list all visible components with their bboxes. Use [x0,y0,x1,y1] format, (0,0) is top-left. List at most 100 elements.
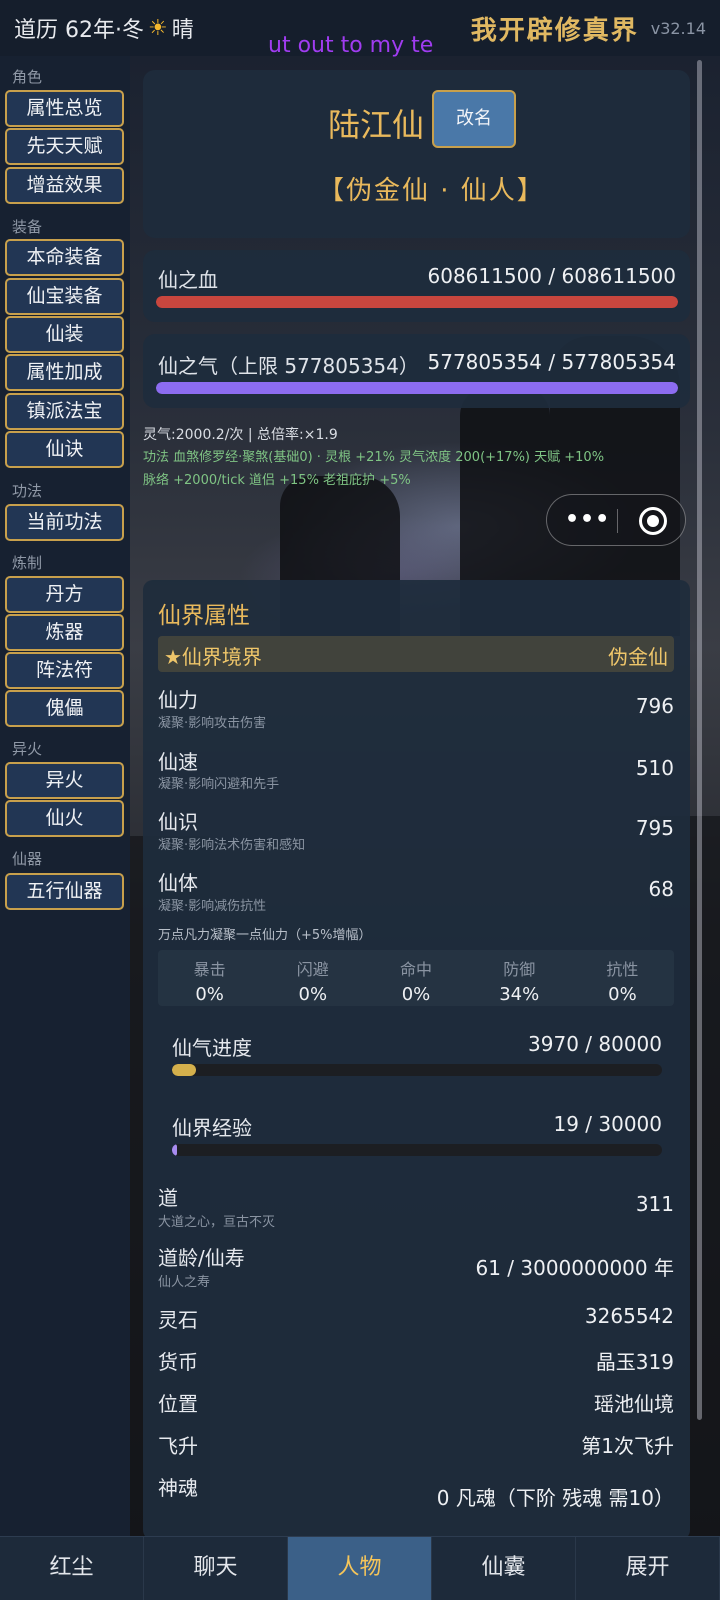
realm-value: 伪金仙 [608,645,668,669]
sidebar-item-forging[interactable]: 炼器 [5,614,124,651]
qi-bar-fill [156,382,678,394]
character-name: 陆江仙 [328,106,425,144]
info-value-soul: 0 凡魂（下阶 残魂 需10） [436,1486,674,1510]
attr-name-body: 仙体 [158,871,198,895]
attr-value-body: 68 [648,877,674,901]
meridian-bonus-line: 脉络 +2000/tick 道侣 +15% 老祖庇护 +5% [143,473,411,488]
tab-character[interactable]: 人物 [288,1537,432,1600]
info-desc-dao: 大道之心，亘古不灭 [158,1215,276,1230]
blood-label: 仙之血 [158,268,218,292]
marquee-text: ut out to my te [268,33,434,58]
blood-bar [156,296,678,308]
sidebar-item-immortal-outfit[interactable]: 仙装 [5,316,124,353]
bottom-nav: 红尘 聊天 人物 仙囊 展开 [0,1536,720,1600]
date-weather: 道历 62年·冬 ☀ 晴 [14,12,194,44]
profile-card [143,70,690,238]
tab-mortal-world[interactable]: 红尘 [0,1537,144,1600]
stat-resist-label: 抗性 [606,960,639,979]
info-value-spirit-stone: 3265542 [584,1304,674,1328]
sidebar-section-artifact: 仙器 [12,850,43,868]
stat-hit-label: 命中 [400,960,433,979]
sidebar-item-current-technique[interactable]: 当前功法 [5,504,124,541]
technique-bonus-line: 功法 血煞修罗经·聚煞(基础0) · 灵根 +21% 灵气浓度 200(+17%… [143,450,605,465]
stat-defense-label: 防御 [503,960,536,979]
attr-name-sense: 仙识 [158,810,198,834]
version-label: v32.14 [650,18,706,38]
sidebar-item-recipes[interactable]: 丹方 [5,576,124,613]
stat-dodge-value: 0% [298,984,328,1005]
stat-crit-value: 0% [195,984,224,1005]
sidebar-item-buffs[interactable]: 增益效果 [5,167,124,204]
attr-desc-sense: 凝聚·影响法术伤害和感知 [158,838,306,853]
exp-progress-fill [172,1144,177,1156]
exp-progress-bar [172,1144,662,1156]
character-rank: 【伪金仙 · 仙人】 [318,176,545,206]
sidebar-item-sect-treasure[interactable]: 镇派法宝 [5,393,124,430]
info-value-ascension: 第1次飞升 [581,1434,674,1458]
exp-progress-label: 仙界经验 [172,1116,252,1140]
sidebar-item-five-element-artifact[interactable]: 五行仙器 [5,873,124,910]
sidebar-item-immortal-art[interactable]: 仙诀 [5,431,124,468]
tab-expand[interactable]: 展开 [576,1537,720,1600]
sidebar-item-attribute-overview[interactable]: 属性总览 [5,90,124,127]
app-title: 我开辟修真界 [470,15,639,46]
info-name-soul: 神魂 [158,1476,198,1500]
more-dots-icon[interactable]: ••• [565,507,610,532]
qi-progress-fill [172,1064,197,1076]
target-circle-icon[interactable] [639,507,667,535]
sidebar-section-role: 角色 [12,68,43,86]
info-name-spirit-stone: 灵石 [158,1308,198,1332]
sidebar-item-formations[interactable]: 阵法符 [5,652,124,689]
info-name-location: 位置 [158,1392,198,1416]
condense-note: 万点凡力凝聚一点仙力（+5%增幅） [158,928,372,943]
stat-resist: 抗性 0% [571,950,674,1006]
attr-value-power: 796 [635,694,674,718]
attr-name-power: 仙力 [158,688,198,712]
info-value-dao: 311 [635,1192,674,1216]
capsule-divider [617,509,618,533]
sidebar-item-strange-fire[interactable]: 异火 [5,762,124,799]
sidebar-section-technique: 功法 [12,482,43,500]
stat-resist-value: 0% [608,984,637,1005]
sidebar-section-strange-fire: 异火 [12,740,43,758]
stat-hit-value: 0% [401,984,431,1005]
sun-icon: ☀ [147,15,168,41]
rename-button[interactable]: 改名 [432,90,516,148]
attr-desc-power: 凝聚·影响攻击伤害 [158,716,267,731]
stat-crit: 暴击 0% [158,950,261,1006]
blood-bar-fill [156,296,678,308]
exp-progress-value: 19 / 30000 [553,1112,662,1136]
attr-desc-body: 凝聚·影响减伤抗性 [158,899,267,914]
stat-dodge: 闪避 0% [261,950,364,1006]
attr-desc-speed: 凝聚·影响闪避和先手 [158,777,280,792]
realm-row: ★仙界境界 伪金仙 [158,636,674,672]
stat-dodge-label: 闪避 [296,960,329,979]
stat-defense: 防御 34% [468,950,571,1006]
sidebar-item-puppets[interactable]: 傀儡 [5,690,124,727]
sidebar-item-attribute-bonus[interactable]: 属性加成 [5,354,124,391]
info-name-lifespan: 道龄/仙寿 [158,1246,245,1270]
sidebar-section-crafting: 炼制 [12,554,43,572]
info-value-lifespan: 61 / 3000000000 年 [475,1256,674,1280]
qi-value: 577805354 / 577805354 [427,350,677,374]
info-name-dao: 道 [158,1186,178,1210]
scrollbar[interactable] [697,60,702,1420]
qi-bar [156,382,678,394]
qi-progress-value: 3970 / 80000 [528,1032,662,1056]
sidebar-item-innate-talent[interactable]: 先天天赋 [5,128,124,165]
mini-program-capsule: ••• [546,494,686,546]
weather-text: 晴 [171,18,194,43]
sidebar-item-natal-equipment[interactable]: 本命装备 [5,239,124,276]
info-value-location: 瑶池仙境 [594,1392,674,1416]
info-name-currency: 货币 [158,1350,198,1374]
tab-chat[interactable]: 聊天 [144,1537,288,1600]
tab-immortal-bag[interactable]: 仙囊 [432,1537,576,1600]
qi-progress-bar [172,1064,662,1076]
info-name-ascension: 飞升 [158,1434,198,1458]
attribute-panel-title: 仙界属性 [158,603,250,629]
sidebar-item-immortal-fire[interactable]: 仙火 [5,800,124,837]
sidebar-item-immortal-treasure[interactable]: 仙宝装备 [5,278,124,315]
stat-hit: 命中 0% [364,950,467,1006]
sidebar-section-equipment: 装备 [12,218,43,236]
blood-value: 608611500 / 608611500 [427,264,677,288]
